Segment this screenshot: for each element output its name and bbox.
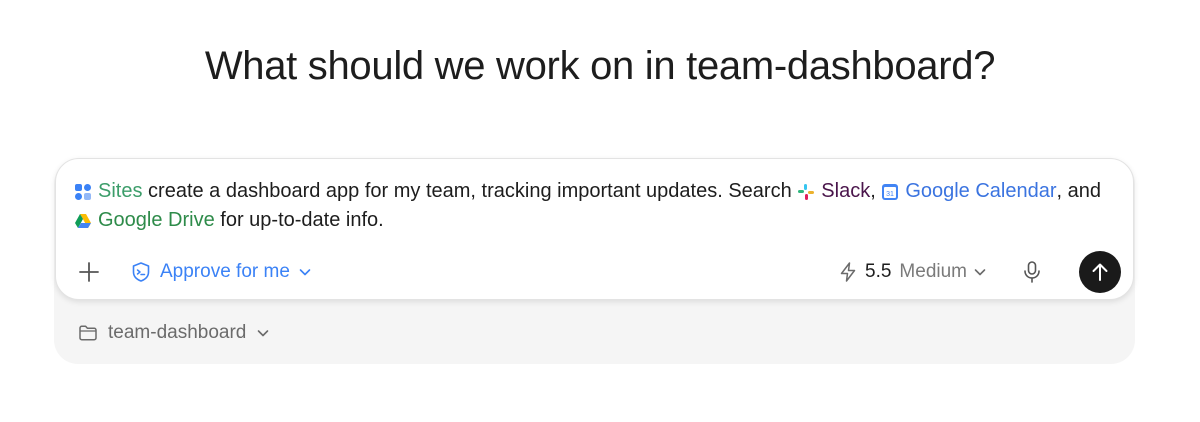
model-selector[interactable]: 5.5 Medium <box>837 255 987 289</box>
folder-icon <box>79 325 97 341</box>
google-calendar-icon: 31 <box>882 183 899 200</box>
google-calendar-chip[interactable]: 31 Google Calendar <box>881 177 1057 206</box>
page: What should we work on in team-dashboard… <box>0 0 1200 422</box>
approval-mode-dropdown[interactable]: Approve for me <box>130 255 312 289</box>
slack-chip-label: Slack <box>821 180 871 202</box>
google-drive-chip-label: Google Drive <box>98 209 215 231</box>
prompt-text[interactable]: Sites create a dashboard app for my team… <box>74 177 1114 235</box>
sites-chip[interactable]: Sites <box>74 177 142 206</box>
chevron-down-icon <box>974 269 986 276</box>
plus-icon <box>79 262 99 282</box>
composer-toolbar: Approve for me 5.5 Medium <box>74 251 1121 297</box>
model-effort: Medium <box>899 261 967 282</box>
arrow-up-icon <box>1092 263 1108 281</box>
prompt-text-part1: create a dashboard app for my team, trac… <box>148 180 792 202</box>
workspace-label: team-dashboard <box>108 322 247 343</box>
svg-text:31: 31 <box>886 191 894 198</box>
chevron-down-icon <box>299 269 311 276</box>
lightning-icon <box>840 262 856 282</box>
workspace-selector[interactable]: team-dashboard <box>78 319 270 347</box>
slack-icon <box>798 183 815 200</box>
google-calendar-chip-label: Google Calendar <box>905 180 1057 202</box>
slack-chip[interactable]: Slack <box>797 177 870 206</box>
prompt-composer[interactable]: Sites create a dashboard app for my team… <box>55 158 1134 300</box>
sites-icon <box>75 183 91 200</box>
prompt-text-part3: for up-to-date info. <box>220 209 384 231</box>
page-title: What should we work on in team-dashboard… <box>204 44 996 88</box>
sites-chip-label: Sites <box>98 180 143 202</box>
model-version: 5.5 <box>865 261 892 282</box>
add-attachment-button[interactable] <box>74 257 104 287</box>
google-drive-chip[interactable]: Google Drive <box>74 206 215 235</box>
approval-mode-label: Approve for me <box>160 261 290 282</box>
microphone-icon <box>1024 261 1040 283</box>
chevron-down-icon <box>258 330 269 337</box>
prompt-text-part2: , and <box>1056 180 1102 202</box>
shield-terminal-icon <box>132 262 150 282</box>
voice-input-button[interactable] <box>1017 257 1047 287</box>
google-drive-icon <box>75 213 91 228</box>
prompt-comma: , <box>870 180 876 202</box>
send-button[interactable] <box>1079 251 1121 293</box>
